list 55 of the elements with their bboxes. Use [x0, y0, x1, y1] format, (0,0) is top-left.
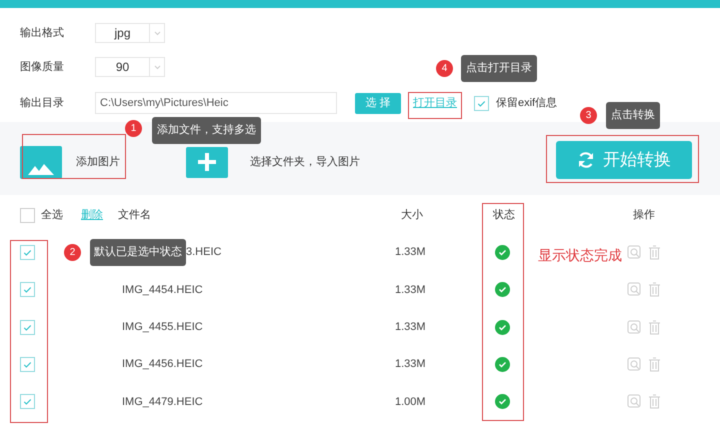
trash-icon[interactable]: [648, 282, 661, 298]
checkbox[interactable]: [20, 245, 35, 260]
file-name: IMG_4456.HEIC: [122, 357, 203, 372]
checkbox[interactable]: [20, 208, 35, 222]
preview-icon[interactable]: [627, 394, 641, 408]
column-header: 文件名: [118, 208, 152, 223]
file-size: 1.33M: [395, 320, 427, 335]
file-name: 3.HEIC: [186, 245, 222, 260]
image-icon[interactable]: [20, 146, 62, 178]
trash-icon[interactable]: [648, 394, 661, 410]
path-field[interactable]: C:\Users\my\Pictures\Heic: [95, 92, 337, 114]
dropdown[interactable]: 90: [95, 57, 165, 77]
checkbox[interactable]: [20, 357, 35, 372]
add-images-label[interactable]: 添加图片: [76, 154, 120, 170]
annotation-text: 显示状态完成: [538, 246, 622, 265]
column-header: 状态: [493, 208, 516, 223]
field-label: 图像质量: [20, 60, 65, 75]
file-size: 1.33M: [395, 245, 427, 260]
checkbox[interactable]: [474, 96, 489, 110]
file-name: IMG_4479.HEIC: [122, 394, 203, 410]
column-header: 大小: [401, 208, 424, 223]
preview-icon[interactable]: [627, 282, 641, 296]
checkbox[interactable]: [20, 282, 35, 298]
dropdown[interactable]: jpg: [95, 23, 165, 43]
callout-tooltip: 点击打开目录: [461, 55, 537, 82]
caret-icon: [154, 64, 160, 70]
refresh-icon: [577, 151, 595, 169]
trash-icon[interactable]: [648, 357, 661, 372]
highlight-frame: [408, 92, 462, 119]
file-name: IMG_4455.HEIC: [122, 320, 203, 335]
number-badge: 4: [436, 60, 453, 77]
trash-icon[interactable]: [648, 320, 661, 335]
checkbox[interactable]: [20, 320, 35, 335]
checkbox[interactable]: [20, 394, 35, 410]
select-all-label[interactable]: 全选: [41, 206, 63, 224]
field-label: 输出目录: [20, 96, 65, 111]
file-size: 1.33M: [395, 282, 427, 298]
preview-icon[interactable]: [627, 320, 641, 334]
number-badge: 3: [580, 107, 597, 124]
import-folder-label[interactable]: 选择文件夹，导入图片: [250, 154, 360, 170]
caret-icon: [154, 30, 160, 36]
folder-plus-icon[interactable]: [186, 146, 228, 178]
file-name: IMG_4454.HEIC: [122, 282, 203, 298]
preview-icon[interactable]: [627, 357, 641, 372]
file-size: 1.00M: [395, 394, 427, 410]
field-label: 输出格式: [20, 26, 65, 41]
number-badge: 2: [64, 244, 81, 262]
callout-tooltip: 默认已是选中状态: [90, 239, 186, 266]
callout-tooltip: 点击转换: [606, 102, 660, 129]
column-header: 操作: [633, 208, 655, 223]
checkbox-label: 保留exif信息: [496, 96, 558, 111]
callout-tooltip: 添加文件，支持多选: [152, 117, 261, 144]
trash-icon[interactable]: [648, 245, 661, 260]
preview-icon[interactable]: [627, 245, 641, 260]
file-size: 1.33M: [395, 357, 427, 372]
